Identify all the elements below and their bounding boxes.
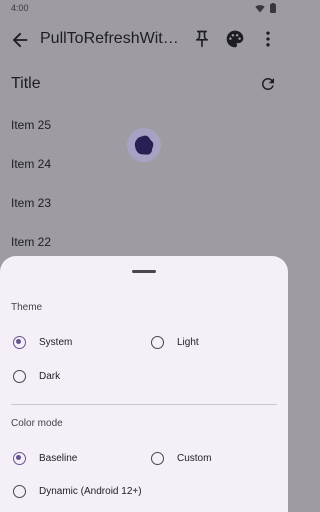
- color-mode-option-dynamic[interactable]: Dynamic (Android 12+): [13, 485, 142, 498]
- content-title: Title: [11, 75, 41, 92]
- battery-icon: [270, 3, 276, 13]
- app-title: PullToRefreshWith...: [40, 30, 180, 47]
- color-mode-option-custom[interactable]: Custom: [151, 452, 211, 465]
- radio-button[interactable]: [13, 370, 26, 383]
- loading-shape-icon: [134, 135, 154, 155]
- radio-label: Light: [177, 337, 199, 348]
- color-mode-section-label: Color mode: [11, 418, 63, 429]
- radio-button[interactable]: [13, 485, 26, 498]
- radio-label: Dark: [39, 371, 61, 382]
- top-app-bar: PullToRefreshWith...: [0, 22, 288, 58]
- radio-label: System: [39, 337, 73, 348]
- color-mode-option-baseline[interactable]: Baseline: [13, 452, 77, 465]
- radio-button-selected[interactable]: [13, 336, 26, 349]
- pull-refresh-indicator: [127, 128, 161, 162]
- radio-label: Baseline: [39, 453, 78, 464]
- radio-label: Dynamic (Android 12+): [39, 486, 142, 497]
- refresh-icon[interactable]: [259, 75, 277, 93]
- radio-button[interactable]: [151, 452, 164, 465]
- drag-handle[interactable]: [132, 270, 156, 273]
- section-divider: [11, 404, 277, 405]
- theme-option-light[interactable]: Light: [151, 336, 199, 349]
- radio-button[interactable]: [151, 336, 164, 349]
- status-icons: [255, 3, 276, 13]
- palette-icon[interactable]: [225, 29, 245, 49]
- radio-label: Custom: [177, 453, 212, 464]
- theme-section-label: Theme: [11, 302, 43, 313]
- status-time: 4:00: [11, 3, 29, 13]
- settings-bottom-sheet: Theme System Light Dark Color mode Basel…: [0, 256, 288, 512]
- screen: 4:00 PullToRefreshWith... Title Item 25 …: [0, 0, 288, 512]
- arrow-back-icon[interactable]: [9, 29, 31, 51]
- wifi-icon: [255, 4, 265, 12]
- list-item[interactable]: Item 23: [0, 183, 288, 222]
- radio-button-selected[interactable]: [13, 452, 26, 465]
- pin-icon[interactable]: [192, 29, 212, 49]
- theme-option-system[interactable]: System: [13, 336, 72, 349]
- theme-option-dark[interactable]: Dark: [13, 370, 60, 383]
- more-vert-icon[interactable]: [258, 29, 278, 49]
- status-bar: 4:00: [0, 0, 288, 18]
